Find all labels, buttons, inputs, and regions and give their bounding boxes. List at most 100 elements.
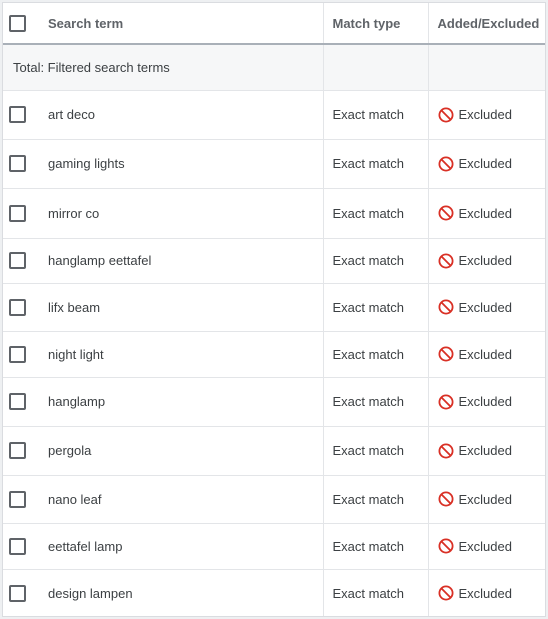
ban-icon [438,156,454,172]
ban-icon [438,205,454,221]
status-text: Excluded [458,443,512,458]
search-term-cell: art deco [3,90,323,140]
ban-icon [438,253,454,269]
ban-icon [438,443,454,459]
added-excluded-cell: Excluded [427,90,545,140]
row-checkbox[interactable] [9,537,26,555]
row-checkbox[interactable] [9,252,26,269]
header-search-term-label[interactable]: Search term [48,16,123,31]
row-checkbox[interactable] [9,442,26,459]
search-term-cell: hanglamp [3,377,323,427]
row-checkbox[interactable] [9,106,26,123]
status-text: Excluded [458,253,512,268]
status-text: Excluded [458,346,512,362]
header-added-excluded[interactable]: Added/Excluded [427,3,545,45]
table-row: night light Exact match Excluded [3,331,545,378]
search-term-cell: lifx beam [3,283,323,332]
match-type-cell: Exact match [322,188,428,239]
match-type-cell: Exact match [322,475,428,524]
search-term-text: design lampen [48,585,133,601]
added-excluded-cell: Excluded [427,426,545,476]
table-row: art deco Exact match Excluded [3,90,545,140]
table-row: hanglamp eettafel Exact match Excluded [3,238,545,284]
table-row: design lampen Exact match Excluded [3,569,545,616]
total-row: Total: Filtered search terms [3,44,545,91]
header-match-type[interactable]: Match type [322,3,428,45]
search-term-text: gaming lights [48,156,125,171]
status-text: Excluded [458,107,512,122]
row-checkbox[interactable] [9,155,26,172]
row-checkbox[interactable] [9,345,26,363]
search-term-text: night light [48,346,104,362]
match-type-cell: Exact match [322,569,428,616]
table-row: pergola Exact match Excluded [3,426,545,476]
added-excluded-cell: Excluded [427,377,545,427]
header-search-term: Search term [3,3,323,45]
search-term-cell: design lampen [3,569,323,616]
search-term-text: eettafel lamp [48,538,123,554]
ban-icon [438,538,454,554]
status-text: Excluded [458,491,512,507]
search-term-cell: eettafel lamp [3,523,323,570]
search-term-cell: pergola [3,426,323,476]
match-type-cell: Exact match [322,283,428,332]
search-terms-table-panel: Search term Match type Added/Excluded To… [2,2,546,617]
search-term-text: mirror co [48,205,100,221]
table-row: mirror co Exact match Excluded [3,188,545,239]
added-excluded-cell: Excluded [427,238,545,284]
total-match-cell [322,44,428,91]
match-type-cell: Exact match [322,139,428,189]
row-checkbox[interactable] [9,298,26,316]
match-type-cell: Exact match [322,238,428,284]
match-type-cell: Exact match [322,377,428,427]
added-excluded-cell: Excluded [427,569,545,616]
search-terms-table: Search term Match type Added/Excluded To… [3,3,545,616]
row-checkbox[interactable] [9,204,26,222]
added-excluded-cell: Excluded [427,188,545,239]
search-term-cell: nano leaf [3,475,323,524]
search-term-cell: gaming lights [3,139,323,189]
total-label: Total: Filtered search terms [3,44,323,91]
added-excluded-cell: Excluded [427,475,545,524]
search-term-text: nano leaf [48,491,102,507]
ban-icon [438,107,454,123]
search-term-cell: mirror co [3,188,323,239]
ban-icon [438,299,454,315]
table-row: gaming lights Exact match Excluded [3,139,545,189]
status-text: Excluded [458,156,512,171]
search-term-cell: hanglamp eettafel [3,238,323,284]
status-text: Excluded [458,394,512,409]
table-row: eettafel lamp Exact match Excluded [3,523,545,570]
match-type-cell: Exact match [322,90,428,140]
total-added-cell [427,44,545,91]
row-checkbox[interactable] [9,393,26,410]
search-term-text: hanglamp eettafel [48,253,152,268]
status-text: Excluded [458,205,512,221]
added-excluded-cell: Excluded [427,523,545,570]
match-type-cell: Exact match [322,331,428,378]
added-excluded-cell: Excluded [427,139,545,189]
added-excluded-cell: Excluded [427,331,545,378]
ban-icon [438,346,454,362]
ban-icon [438,394,454,410]
status-text: Excluded [458,585,512,601]
search-term-text: art deco [48,107,95,122]
search-term-text: hanglamp [48,394,106,409]
search-term-cell: night light [3,331,323,378]
table-row: lifx beam Exact match Excluded [3,283,545,332]
ban-icon [438,491,454,507]
select-all-checkbox[interactable] [9,14,26,32]
row-checkbox[interactable] [9,490,26,508]
status-text: Excluded [458,299,512,315]
match-type-cell: Exact match [322,426,428,476]
match-type-cell: Exact match [322,523,428,570]
row-checkbox[interactable] [9,584,26,602]
ban-icon [438,585,454,601]
search-term-text: pergola [48,443,92,458]
search-term-text: lifx beam [48,299,101,315]
table-row: nano leaf Exact match Excluded [3,475,545,524]
table-row: hanglamp Exact match Excluded [3,377,545,427]
table-header-row: Search term Match type Added/Excluded [3,3,545,45]
status-text: Excluded [458,538,512,554]
added-excluded-cell: Excluded [427,283,545,332]
